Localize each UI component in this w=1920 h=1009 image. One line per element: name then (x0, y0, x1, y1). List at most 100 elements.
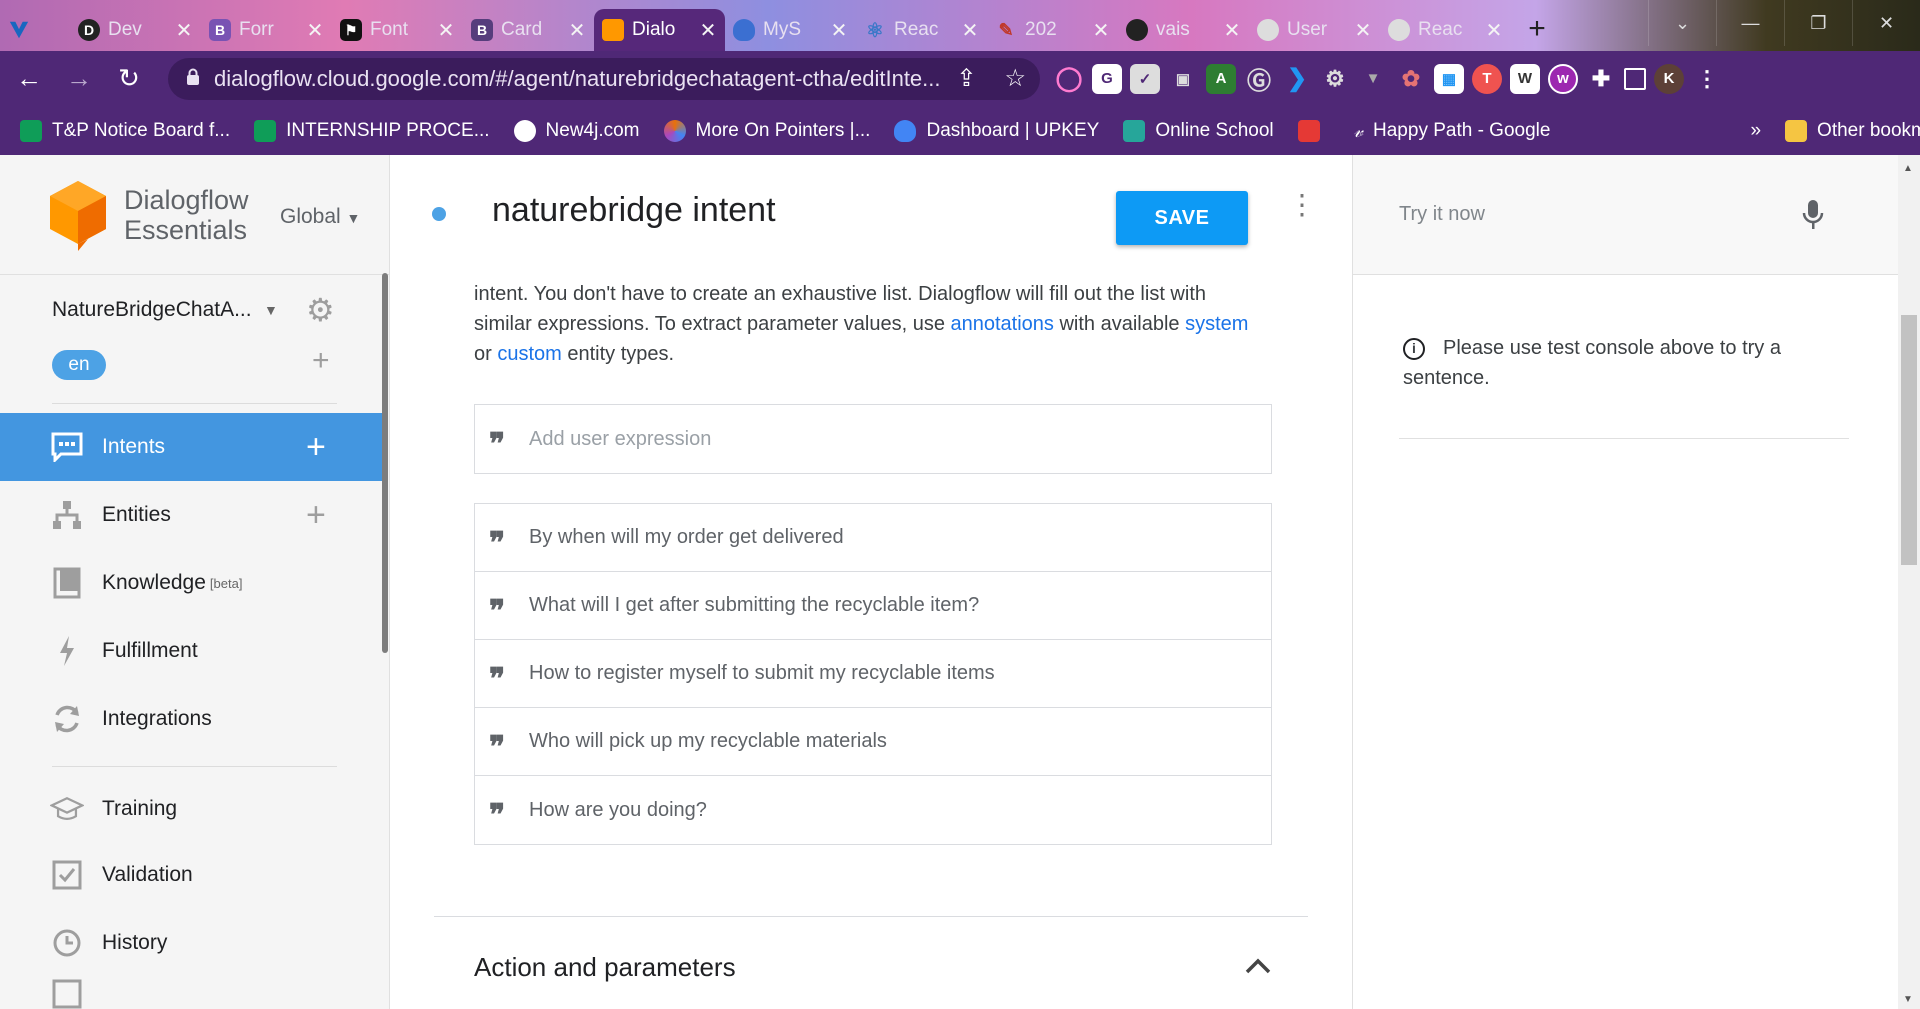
browser-tab[interactable]: ⚛ Reac ✕ (856, 9, 987, 51)
close-tab-icon[interactable]: ✕ (1092, 18, 1110, 43)
save-button[interactable]: SAVE (1116, 191, 1248, 245)
close-tab-icon[interactable]: ✕ (306, 18, 324, 43)
system-entities-link[interactable]: system (1185, 313, 1248, 335)
back-icon[interactable]: ← (8, 58, 50, 100)
scrollbar-thumb[interactable] (1901, 315, 1917, 565)
close-tab-icon[interactable]: ✕ (1485, 18, 1503, 43)
sidebar-item-intents[interactable]: Intents + (0, 413, 382, 481)
close-window-icon[interactable]: ✕ (1852, 0, 1920, 46)
reload-icon[interactable]: ↻ (108, 58, 150, 100)
sidebar-item-validation[interactable]: Validation (0, 841, 382, 909)
training-phrase-row[interactable]: ❞ What will I get after submitting the re… (475, 572, 1271, 640)
close-tab-icon[interactable]: ✕ (1354, 18, 1372, 43)
browser-tab[interactable]: B Forr ✕ (201, 9, 332, 51)
page-scrollbar[interactable]: ▲ ▼ (1898, 155, 1920, 1009)
bookmark-item[interactable]: More On Pointers |... (663, 119, 870, 142)
settings-gear-icon[interactable]: ⚙ (306, 291, 335, 329)
profile-avatar[interactable]: K (1654, 63, 1684, 94)
custom-entities-link[interactable]: custom (497, 343, 561, 365)
bookmark-star-icon[interactable]: ☆ (1004, 64, 1026, 93)
scroll-up-icon[interactable]: ▲ (1903, 163, 1913, 174)
caret-down-icon[interactable]: ▼ (264, 302, 278, 318)
training-phrase-row[interactable]: ❞ How to register myself to submit my rec… (475, 640, 1271, 708)
browser-tab[interactable]: ⚑ Font ✕ (332, 9, 463, 51)
new-tab-button[interactable]: + (1517, 9, 1557, 49)
close-tab-icon[interactable]: ✕ (175, 18, 193, 43)
extension-icon[interactable]: ⚙ (1320, 64, 1350, 94)
agent-selector[interactable]: NatureBridgeChatA... ▼ ⚙ (0, 275, 389, 345)
scroll-down-icon[interactable]: ▼ (1903, 994, 1913, 1005)
add-entity-button[interactable]: + (306, 496, 326, 535)
tab-search-icon[interactable]: ⌄ (1648, 0, 1716, 46)
sidebar-item-partial[interactable] (0, 977, 382, 1009)
extension-icon[interactable]: ◯ (1054, 64, 1084, 94)
action-parameters-header[interactable]: Action and parameters (474, 952, 736, 983)
training-phrase-row[interactable]: ❞ Who will pick up my recyclable material… (475, 708, 1271, 776)
close-tab-icon[interactable]: ✕ (830, 18, 848, 43)
extension-icon[interactable]: w (1548, 63, 1578, 94)
extension-icon[interactable]: A (1206, 63, 1236, 94)
bookmark-item[interactable]: T&P Notice Board f... (20, 119, 230, 142)
restore-icon[interactable]: ❐ (1784, 0, 1852, 46)
extension-icon[interactable]: ▦ (1434, 63, 1464, 94)
training-phrase-row[interactable]: ❞ How are you doing? (475, 776, 1271, 844)
sidebar-item-knowledge[interactable]: Knowledge [beta] (0, 549, 382, 617)
training-phrase-row[interactable]: ❞ By when will my order get delivered (475, 504, 1271, 572)
close-tab-icon[interactable]: ✕ (437, 18, 455, 43)
add-intent-button[interactable]: + (306, 428, 326, 467)
browser-tab[interactable]: ✎ 202 ✕ (987, 9, 1118, 51)
browser-tab[interactable]: MyS ✕ (725, 9, 856, 51)
extension-icon[interactable]: W (1510, 63, 1540, 94)
close-tab-icon[interactable]: ✕ (961, 18, 979, 43)
browser-tab[interactable]: vais ✕ (1118, 9, 1249, 51)
sidebar-item-entities[interactable]: Entities + (0, 481, 382, 549)
menu-kebab-icon[interactable]: ⋮ (1692, 64, 1722, 94)
sidebar-scrollbar[interactable] (382, 273, 388, 653)
browser-tab-active[interactable]: Dialo ✕ (594, 9, 725, 51)
extension-icon[interactable]: T (1472, 63, 1502, 94)
sidebar-item-history[interactable]: History (0, 909, 382, 977)
sidebar-item-training[interactable]: Training (0, 775, 382, 843)
microphone-icon[interactable] (1801, 199, 1825, 237)
intent-title[interactable]: naturebridge intent (492, 191, 776, 230)
extension-icon[interactable]: G (1092, 63, 1122, 94)
share-icon[interactable]: ⇪ (956, 64, 976, 93)
browser-tab[interactable] (0, 9, 70, 51)
browser-tab[interactable]: User ✕ (1249, 9, 1380, 51)
close-tab-icon[interactable]: ✕ (699, 18, 717, 43)
browser-tab[interactable]: Reac ✕ (1380, 9, 1511, 51)
bookmark-item[interactable]: 𝓋 Happy Path - Google (1354, 120, 1551, 142)
browser-tab[interactable]: B Card ✕ (463, 9, 594, 51)
forward-icon[interactable]: → (58, 58, 100, 100)
sidebar-item-fulfillment[interactable]: Fulfillment (0, 617, 382, 685)
region-selector[interactable]: Global ▼ (280, 205, 360, 229)
bookmark-item[interactable]: INTERNSHIP PROCE... (254, 119, 490, 142)
bookmark-item[interactable]: Dashboard | UPKEY (894, 119, 1099, 142)
extension-icon[interactable]: ▼ (1358, 64, 1388, 94)
more-options-icon[interactable]: ⋮ (1288, 191, 1316, 219)
annotations-link[interactable]: annotations (951, 313, 1054, 335)
try-it-now-input[interactable]: Try it now (1353, 155, 1920, 275)
bookmark-item[interactable] (1297, 119, 1330, 142)
sidebar-item-integrations[interactable]: Integrations (0, 685, 382, 753)
close-tab-icon[interactable]: ✕ (1223, 18, 1241, 43)
address-bar[interactable]: dialogflow.cloud.google.com/#/agent/natu… (168, 57, 1040, 100)
extension-icon[interactable]: ✓ (1130, 63, 1160, 94)
add-user-expression-input[interactable]: ❞ Add user expression (475, 405, 1271, 473)
extensions-puzzle-icon[interactable]: ✚ (1586, 64, 1616, 94)
extension-icon[interactable]: ✿ (1396, 64, 1426, 94)
bookmarks-overflow-button[interactable]: » (1750, 120, 1761, 142)
language-badge[interactable]: en (52, 350, 106, 380)
add-language-icon[interactable]: + (312, 344, 330, 378)
chevron-up-icon[interactable] (1242, 950, 1274, 982)
side-panel-icon[interactable] (1624, 67, 1646, 90)
extension-icon[interactable]: ❯ (1282, 64, 1312, 94)
bookmark-item[interactable]: New4j.com (513, 119, 640, 142)
other-bookmarks[interactable]: Other bookmarks (1785, 119, 1920, 142)
minimize-icon[interactable]: — (1716, 0, 1784, 46)
extension-icon[interactable]: ▣ (1168, 64, 1198, 94)
bookmark-item[interactable]: Online School (1123, 119, 1274, 142)
browser-tab[interactable]: D Dev ✕ (70, 9, 201, 51)
close-tab-icon[interactable]: ✕ (568, 18, 586, 43)
extension-icon[interactable]: Ⓖ (1244, 64, 1274, 95)
